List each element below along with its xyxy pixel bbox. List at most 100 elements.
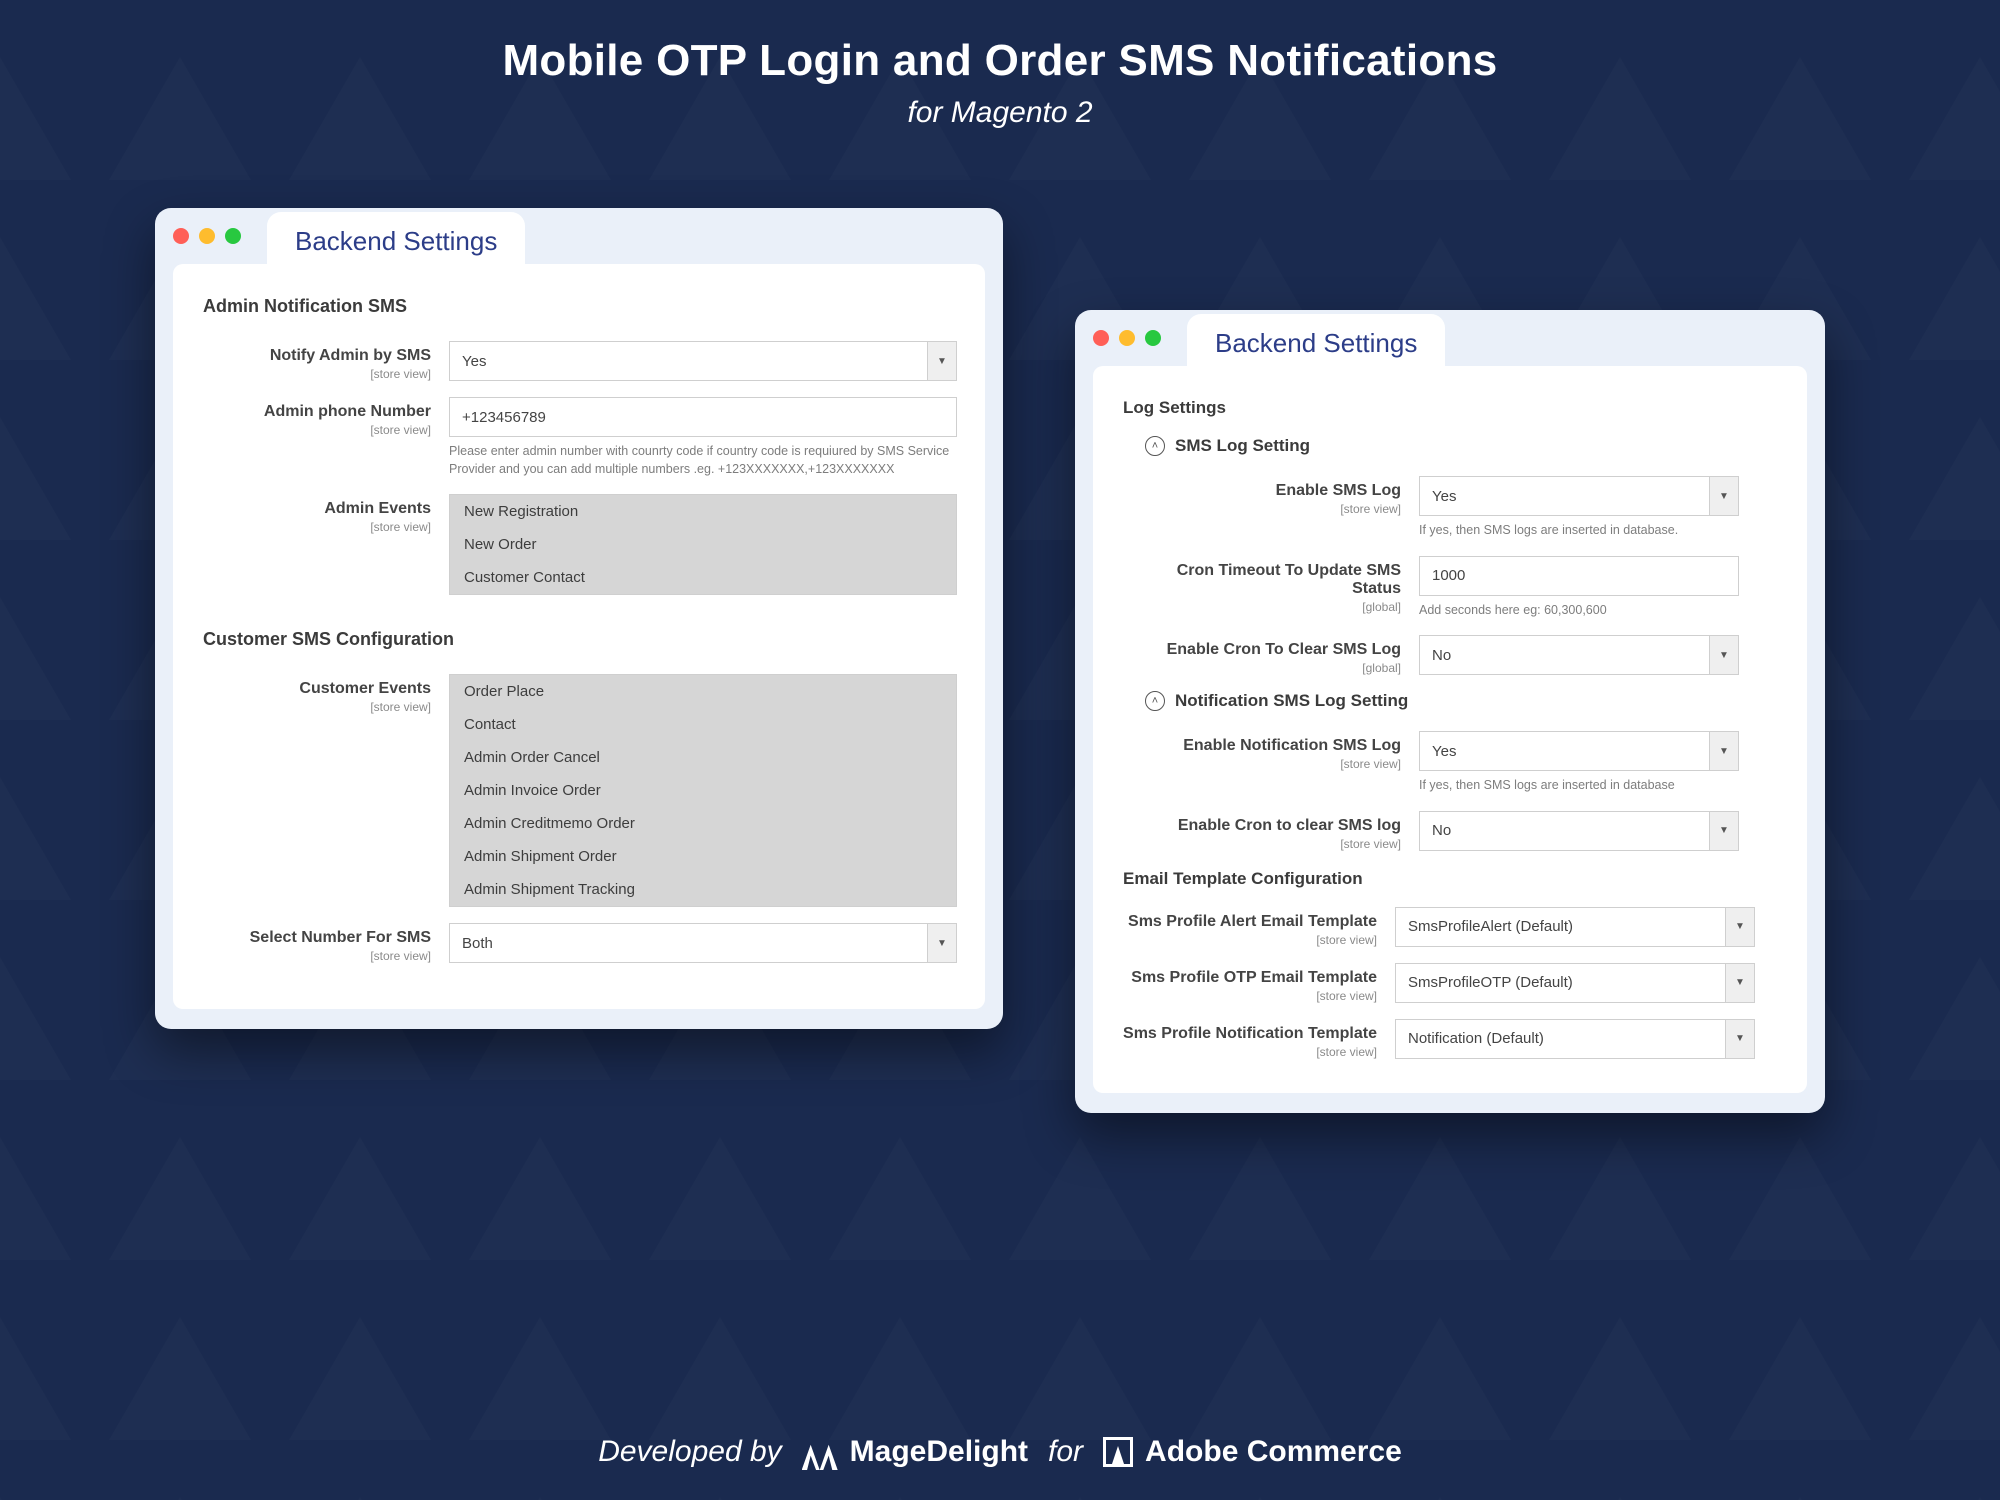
label: Enable Cron to clear SMS log (1145, 817, 1401, 835)
group-title: SMS Log Setting (1175, 436, 1310, 456)
label-customer-events: Customer Events (201, 680, 431, 698)
select-value: SmsProfileAlert (Default) (1395, 907, 1725, 947)
field-tpl1: Sms Profile Alert Email Template [store … (1121, 907, 1779, 947)
select-value: Yes (1419, 731, 1709, 771)
select-value: Notification (Default) (1395, 1019, 1725, 1059)
list-item[interactable]: Admin Invoice Order (450, 774, 956, 807)
label: Sms Profile OTP Email Template (1121, 969, 1377, 987)
select-value: Both (449, 923, 927, 963)
help: Add seconds here eg: 60,300,600 (1419, 602, 1779, 620)
page-subtitle: for Magento 2 (0, 96, 2000, 130)
label-notify-admin: Notify Admin by SMS (201, 347, 431, 365)
select-enable-sms-log[interactable]: Yes ▼ (1419, 476, 1739, 516)
minimize-icon[interactable] (199, 228, 215, 244)
list-item[interactable]: New Order (450, 528, 956, 561)
field-enable-notif-log: Enable Notification SMS Log [store view]… (1145, 731, 1779, 795)
scope: [store view] (201, 949, 431, 963)
help: If yes, then SMS logs are inserted in da… (1419, 522, 1779, 540)
multiselect-customer-events[interactable]: Order Place Contact Admin Order Cancel A… (449, 674, 957, 907)
maximize-icon[interactable] (225, 228, 241, 244)
help: If yes, then SMS logs are inserted in da… (1419, 777, 1779, 795)
select-notify-admin[interactable]: Yes ▼ (449, 341, 957, 381)
field-tpl3: Sms Profile Notification Template [store… (1121, 1019, 1779, 1059)
group-title: Notification SMS Log Setting (1175, 691, 1408, 711)
field-customer-events: Customer Events [store view] Order Place… (201, 674, 957, 907)
select-tpl1[interactable]: SmsProfileAlert (Default) ▼ (1395, 907, 1755, 947)
panel-right: Log Settings ˄ SMS Log Setting Enable SM… (1093, 366, 1807, 1093)
label-admin-events: Admin Events (201, 500, 431, 518)
close-icon[interactable] (173, 228, 189, 244)
select-enable-cron-clear[interactable]: No ▼ (1419, 635, 1739, 675)
input-admin-phone[interactable] (449, 397, 957, 437)
section-customer-sms: Customer SMS Configuration (203, 629, 957, 650)
close-icon[interactable] (1093, 330, 1109, 346)
brand-name: MageDelight (850, 1435, 1028, 1469)
input-cron-timeout[interactable] (1419, 556, 1739, 596)
chevron-down-icon: ▼ (1709, 635, 1739, 675)
list-item[interactable]: Contact (450, 708, 956, 741)
select-tpl3[interactable]: Notification (Default) ▼ (1395, 1019, 1755, 1059)
scope: [store view] (1121, 1045, 1377, 1059)
label: Sms Profile Alert Email Template (1121, 913, 1377, 931)
scope: [store view] (201, 520, 431, 534)
list-item[interactable]: Admin Shipment Order (450, 840, 956, 873)
brand-adobe-commerce: Adobe Commerce (1103, 1435, 1402, 1469)
list-item[interactable]: Order Place (450, 675, 956, 708)
scope: [store view] (1121, 933, 1377, 947)
brand-name: Adobe Commerce (1145, 1435, 1402, 1469)
select-enable-cron-notif[interactable]: No ▼ (1419, 811, 1739, 851)
label: Cron Timeout To Update SMS Status (1145, 562, 1401, 598)
footer: Developed by MageDelight for Adobe Comme… (0, 1434, 2000, 1470)
multiselect-admin-events[interactable]: New Registration New Order Customer Cont… (449, 494, 957, 595)
tab-backend-settings[interactable]: Backend Settings (1187, 314, 1445, 371)
traffic-lights (1093, 330, 1161, 346)
label-admin-phone: Admin phone Number (201, 403, 431, 421)
chevron-up-icon: ˄ (1145, 691, 1165, 711)
field-admin-events: Admin Events [store view] New Registrati… (201, 494, 957, 595)
scope: [global] (1145, 600, 1401, 614)
collapse-sms-log[interactable]: ˄ SMS Log Setting (1145, 436, 1779, 456)
field-tpl2: Sms Profile OTP Email Template [store vi… (1121, 963, 1779, 1003)
magedelight-logo-icon (802, 1434, 838, 1470)
select-tpl2[interactable]: SmsProfileOTP (Default) ▼ (1395, 963, 1755, 1003)
panel-left: Admin Notification SMS Notify Admin by S… (173, 264, 985, 1009)
scope: [store view] (1145, 502, 1401, 516)
section-admin-sms: Admin Notification SMS (203, 296, 957, 317)
list-item[interactable]: Admin Order Cancel (450, 741, 956, 774)
select-value: Yes (449, 341, 927, 381)
field-cron-timeout: Cron Timeout To Update SMS Status [globa… (1145, 556, 1779, 620)
list-item[interactable]: New Registration (450, 495, 956, 528)
list-item[interactable]: Customer Contact (450, 561, 956, 594)
select-value: SmsProfileOTP (Default) (1395, 963, 1725, 1003)
minimize-icon[interactable] (1119, 330, 1135, 346)
chevron-up-icon: ˄ (1145, 436, 1165, 456)
chevron-down-icon: ▼ (1709, 731, 1739, 771)
footer-for: for (1048, 1435, 1083, 1469)
section-log-settings: Log Settings (1123, 398, 1779, 418)
chevron-down-icon: ▼ (1725, 963, 1755, 1003)
scope: [store view] (1145, 757, 1401, 771)
select-value: No (1419, 635, 1709, 675)
titlebar: Backend Settings (1075, 310, 1825, 366)
label-select-number: Select Number For SMS (201, 929, 431, 947)
scope: [store view] (201, 367, 431, 381)
collapse-notif-log[interactable]: ˄ Notification SMS Log Setting (1145, 691, 1779, 711)
tab-backend-settings[interactable]: Backend Settings (267, 212, 525, 269)
list-item[interactable]: Admin Shipment Tracking (450, 873, 956, 906)
maximize-icon[interactable] (1145, 330, 1161, 346)
select-enable-notif-log[interactable]: Yes ▼ (1419, 731, 1739, 771)
page-title: Mobile OTP Login and Order SMS Notificat… (0, 36, 2000, 86)
chevron-down-icon: ▼ (1725, 1019, 1755, 1059)
select-number[interactable]: Both ▼ (449, 923, 957, 963)
help-admin-phone: Please enter admin number with counrty c… (449, 443, 957, 478)
chevron-down-icon: ▼ (927, 341, 957, 381)
brand-magedelight: MageDelight (802, 1434, 1028, 1470)
scope: [store view] (201, 700, 431, 714)
list-item[interactable]: Admin Creditmemo Order (450, 807, 956, 840)
chevron-down-icon: ▼ (1725, 907, 1755, 947)
scope: [store view] (1121, 989, 1377, 1003)
chevron-down-icon: ▼ (1709, 811, 1739, 851)
scope: [store view] (1145, 837, 1401, 851)
titlebar: Backend Settings (155, 208, 1003, 264)
window-right: Backend Settings Log Settings ˄ SMS Log … (1075, 310, 1825, 1113)
